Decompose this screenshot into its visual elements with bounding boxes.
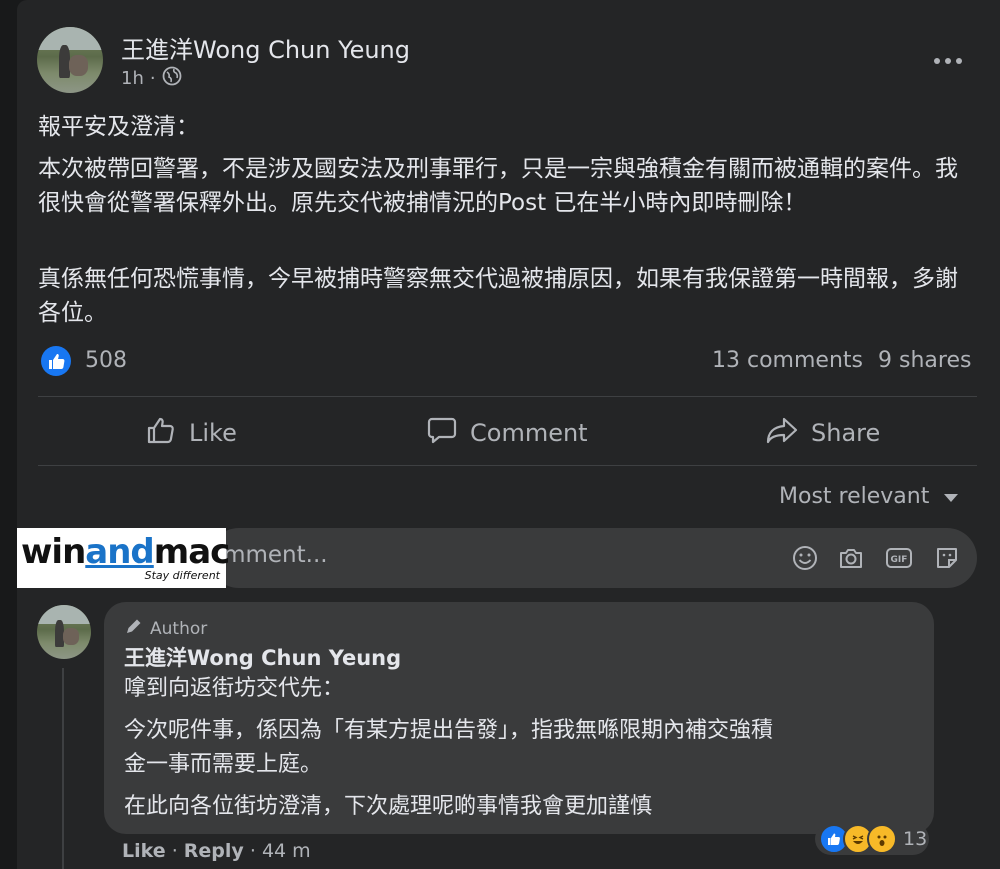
svg-text:GIF: GIF: [891, 555, 908, 565]
watermark-logo: winandmac Stay different: [17, 528, 230, 588]
sort-dropdown[interactable]: Most relevant: [779, 484, 959, 509]
comment-button[interactable]: Comment: [426, 408, 588, 458]
comment-line-4: 在此向各位街坊澄清，下次處理呢啲事情我會更加謹慎: [124, 794, 653, 819]
comment-reply-link[interactable]: Reply: [184, 840, 244, 862]
share-button[interactable]: Share: [765, 408, 880, 458]
wow-reaction-icon: [867, 824, 897, 854]
like-button[interactable]: Like: [145, 408, 237, 458]
comment-line-1: 嗱到向返街坊交代先：: [124, 676, 345, 701]
comment-footer: Like · Reply · 44 m: [122, 840, 311, 862]
footer-separator: ·: [249, 840, 256, 862]
actions-divider: [38, 465, 977, 466]
gif-icon[interactable]: GIF: [885, 544, 913, 572]
globe-icon: [162, 66, 182, 91]
like-label: Like: [189, 419, 237, 447]
meta-separator: ·: [149, 68, 156, 89]
caret-down-icon: [943, 484, 959, 509]
logo-text-win: win: [21, 532, 86, 572]
comment-bubble: Author 王進洋Wong Chun Yeung 嗱到向返街坊交代先： 今次呢…: [104, 602, 934, 834]
author-badge: Author: [124, 616, 207, 641]
comment-reaction-count: 13: [903, 828, 928, 850]
emoji-icon[interactable]: [791, 544, 819, 572]
post-paragraph-3: 真係無任何恐慌事情，今早被捕時警察無交代過被捕原因，如果有我保證第一時間報，多謝…: [38, 266, 958, 326]
post-meta: 1h ·: [121, 66, 182, 91]
author-avatar[interactable]: [37, 27, 103, 93]
sticker-icon[interactable]: [933, 544, 961, 572]
comment-input[interactable]: omment... GIF: [209, 528, 977, 588]
comment-time[interactable]: 44 m: [262, 840, 311, 862]
more-options-icon[interactable]: [932, 52, 964, 71]
commenter-avatar[interactable]: [37, 605, 91, 659]
post-paragraph-1: 報平安及澄清：: [38, 114, 199, 140]
post-author-name[interactable]: 王進洋Wong Chun Yeung: [121, 30, 410, 65]
reaction-count[interactable]: 508: [85, 348, 127, 373]
comment-line-3: 金一事而需要上庭。: [124, 752, 323, 777]
comment-label: Comment: [470, 419, 588, 447]
comment-reactions[interactable]: 13: [815, 823, 929, 855]
author-badge-label: Author: [150, 618, 208, 639]
post-time[interactable]: 1h: [121, 68, 144, 89]
logo-text-and: and: [85, 532, 154, 572]
sort-label: Most relevant: [779, 484, 930, 509]
comment-like-link[interactable]: Like: [122, 840, 166, 862]
pen-icon: [124, 616, 144, 641]
comment-bubble-icon: [426, 414, 458, 452]
like-reaction-icon[interactable]: [40, 345, 72, 381]
thread-line: [62, 668, 64, 869]
shares-count[interactable]: 9 shares: [878, 348, 971, 373]
comment-line-2: 今次呢件事，係因為「有某方提出告發」，指我無喺限期內補交強積: [124, 718, 774, 743]
logo-tagline: Stay different: [144, 569, 220, 582]
stats-divider: [38, 396, 977, 397]
camera-icon[interactable]: [837, 544, 865, 572]
share-arrow-icon: [765, 414, 799, 452]
share-label: Share: [811, 419, 881, 447]
footer-separator: ·: [171, 840, 178, 862]
thumbs-up-icon: [145, 414, 177, 452]
comments-count[interactable]: 13 comments: [712, 348, 863, 373]
post-paragraph-2: 本次被帶回警署，不是涉及國安法及刑事罪行，只是一宗與強積金有關而被通輯的案件。我…: [38, 156, 958, 216]
comment-author-name[interactable]: 王進洋Wong Chun Yeung: [124, 642, 401, 672]
logo-text-mac: mac: [153, 532, 231, 572]
